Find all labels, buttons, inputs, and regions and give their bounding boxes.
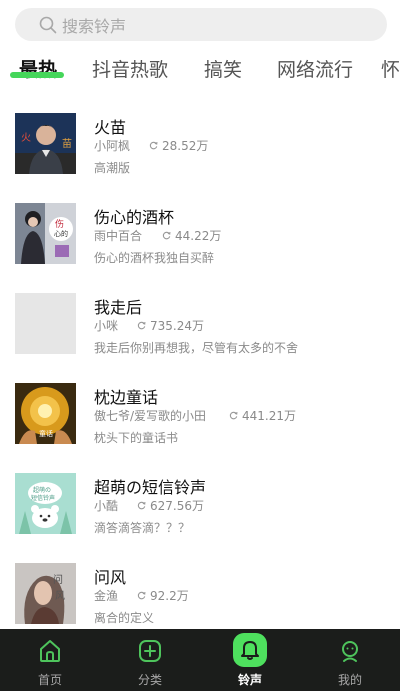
- tab-douyin-hits[interactable]: 抖音热歌: [92, 55, 168, 82]
- play-count-value: 735.24万: [150, 319, 204, 333]
- song-desc: 枕头下的童话书: [94, 431, 179, 445]
- album-cover: 问 风: [15, 563, 76, 624]
- tab-nostalgic[interactable]: 怀: [381, 55, 400, 82]
- play-count: 92.2万: [137, 587, 189, 604]
- song-title: 我走后: [94, 298, 143, 317]
- tab-internet-popular[interactable]: 网络流行: [277, 55, 353, 82]
- song-desc: 离合的定义: [94, 611, 155, 625]
- song-title: 伤心的酒杯: [94, 208, 175, 227]
- nav-category[interactable]: 分类: [100, 629, 200, 691]
- album-cover: 伤 心的: [15, 203, 76, 264]
- bottom-nav: 首页 分类 铃声 我的: [0, 629, 400, 691]
- nav-home[interactable]: 首页: [0, 629, 100, 691]
- song-title: 问风: [94, 568, 127, 587]
- svg-text:伤: 伤: [55, 218, 64, 230]
- album-cover-placeholder: [15, 293, 76, 354]
- song-artist: 雨中百合: [94, 229, 143, 243]
- search-placeholder: 搜索铃声: [62, 16, 127, 36]
- song-artist: 金渔: [94, 589, 119, 603]
- category-tabs: 最热 抖音热歌 搞笑 网络流行 怀: [0, 52, 400, 86]
- refresh-icon: [162, 231, 171, 240]
- nav-ringtone-label: 铃声: [237, 673, 262, 687]
- nav-ringtone[interactable]: 铃声: [200, 629, 300, 691]
- song-artist: 小咪: [94, 319, 119, 333]
- song-desc: 伤心的酒杯我独自买醉: [94, 251, 215, 265]
- nav-mine-label: 我的: [337, 673, 362, 687]
- album-cover: 火 苗: [15, 113, 76, 174]
- list-item[interactable]: 伤 心的 伤心的酒杯 雨中百合 44.22万 伤心的酒杯我独自买醉: [0, 186, 400, 276]
- active-tab-indicator: [10, 72, 64, 78]
- song-title: 枕边童话: [94, 388, 159, 407]
- svg-text:火: 火: [21, 132, 31, 144]
- list-item[interactable]: 童话 枕边童话 傲七爷/爱写歌的小田 441.21万 枕头下的童话书: [0, 366, 400, 456]
- nav-mine[interactable]: 我的: [300, 629, 400, 691]
- search-icon: [39, 16, 57, 33]
- play-count: 627.56万: [137, 497, 204, 514]
- refresh-icon: [137, 501, 146, 510]
- nav-category-label: 分类: [137, 673, 162, 687]
- song-desc: 滴答滴答滴？？？: [94, 521, 191, 535]
- svg-text:苗: 苗: [62, 138, 72, 150]
- album-cover: 超萌の 短信铃声: [15, 473, 76, 534]
- play-count: 44.22万: [162, 227, 221, 244]
- list-item[interactable]: 问 风 问风 金渔 92.2万 离合的定义: [0, 546, 400, 636]
- svg-text:问: 问: [53, 573, 63, 586]
- play-count: 735.24万: [137, 317, 204, 334]
- song-artist: 小酷: [94, 499, 119, 513]
- bell-icon: [241, 641, 259, 660]
- refresh-icon: [137, 591, 146, 600]
- play-count-value: 44.22万: [175, 229, 222, 243]
- song-title: 超萌の短信铃声: [94, 478, 207, 497]
- refresh-icon: [149, 141, 158, 150]
- song-artist: 傲七爷/爱写歌的小田: [94, 409, 207, 423]
- album-cover: 童话: [15, 383, 76, 444]
- svg-text:风: 风: [55, 590, 65, 602]
- plus-square-icon: [139, 640, 161, 662]
- list-item[interactable]: 火 苗 火苗 小阿枫 28.52万 高潮版: [0, 96, 400, 186]
- song-desc: 我走后你别再想我，尽管有太多的不舍: [94, 341, 299, 355]
- svg-text:心的: 心的: [54, 229, 68, 238]
- play-count-value: 28.52万: [162, 139, 209, 153]
- nav-home-label: 首页: [37, 673, 62, 687]
- play-count: 28.52万: [149, 137, 208, 154]
- play-count-value: 627.56万: [150, 499, 204, 513]
- song-artist: 小阿枫: [94, 139, 131, 153]
- list-item[interactable]: 超萌の 短信铃声 超萌の短信铃声 小酷 627.56万 滴答滴答滴？？？: [0, 456, 400, 546]
- list-item[interactable]: 我走后 小咪 735.24万 我走后你别再想我，尽管有太多的不舍: [0, 276, 400, 366]
- svg-text:短信铃声: 短信铃声: [31, 494, 55, 502]
- svg-text:超萌の: 超萌の: [33, 486, 51, 494]
- play-count-value: 92.2万: [150, 589, 189, 603]
- tab-funny[interactable]: 搞笑: [204, 55, 242, 82]
- song-title: 火苗: [94, 118, 127, 137]
- svg-text:童话: 童话: [39, 429, 53, 438]
- refresh-icon: [229, 411, 238, 420]
- profile-icon: [342, 641, 358, 662]
- play-count: 441.21万: [229, 407, 296, 424]
- song-desc: 高潮版: [94, 161, 131, 175]
- play-count-value: 441.21万: [242, 409, 296, 423]
- search-input[interactable]: 搜索铃声: [15, 8, 387, 41]
- refresh-icon: [137, 321, 146, 330]
- home-icon: [40, 640, 60, 662]
